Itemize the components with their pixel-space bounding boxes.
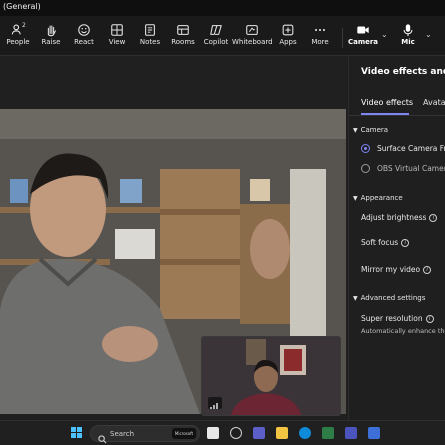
advanced-section-title: Advanced settings	[360, 294, 426, 302]
mic-options-chevron-icon[interactable]: ⌄	[425, 30, 432, 39]
apps-add-icon	[271, 20, 305, 38]
video-stats-icon[interactable]	[208, 397, 222, 409]
notes-icon	[133, 20, 167, 38]
mirror-video-label: Mirror my video	[361, 265, 421, 274]
app-icon[interactable]	[368, 427, 380, 439]
copilot-taskbar-icon[interactable]	[230, 427, 242, 439]
camera-radio-surface[interactable]	[361, 144, 370, 153]
soft-focus-label: Soft focus	[361, 238, 399, 247]
meeting-stage	[0, 57, 346, 420]
view-grid-icon	[100, 20, 134, 38]
info-icon[interactable]: i	[425, 315, 434, 323]
copilot-button[interactable]: Copilot	[199, 20, 233, 52]
file-explorer-icon[interactable]	[276, 427, 288, 439]
soft-focus-setting[interactable]: Soft focus i	[361, 238, 410, 247]
info-icon[interactable]: i	[401, 239, 410, 247]
search-highlight-badge: Microsoft	[172, 428, 196, 439]
camera-radio-obs[interactable]	[361, 164, 370, 173]
smile-icon	[67, 20, 101, 38]
rooms-button[interactable]: Rooms	[166, 20, 200, 52]
collapse-caret-icon: ▼	[353, 195, 358, 202]
edge-browser-icon[interactable]	[299, 427, 311, 439]
meeting-toolbar: 2 People Raise React View Notes Rooms Co…	[0, 16, 445, 56]
raise-label: Raise	[41, 38, 61, 46]
camera-section-header[interactable]: ▼ Camera	[353, 126, 388, 134]
react-label: React	[74, 38, 94, 46]
notes-button[interactable]: Notes	[133, 20, 167, 52]
toolbar-divider	[342, 28, 343, 48]
more-button[interactable]: More	[303, 20, 337, 52]
windows-start-icon[interactable]	[71, 427, 83, 439]
task-view-icon[interactable]	[207, 427, 219, 439]
info-icon[interactable]: i	[429, 214, 438, 222]
rooms-label: Rooms	[171, 38, 195, 46]
tab-video-effects[interactable]: Video effects	[361, 98, 413, 107]
search-icon	[98, 429, 107, 445]
people-icon	[1, 20, 35, 38]
hand-icon	[34, 20, 68, 38]
view-button[interactable]: View	[100, 20, 134, 52]
camera-section-title: Camera	[360, 126, 389, 134]
camera-options-chevron-icon[interactable]: ⌄	[381, 30, 388, 39]
appearance-section-title: Appearance	[360, 194, 403, 202]
adjust-brightness-label: Adjust brightness	[361, 213, 427, 222]
tab-avatars[interactable]: Avata	[423, 98, 445, 107]
super-resolution-description: Automatically enhance the feeds	[361, 327, 445, 335]
copilot-icon	[199, 20, 233, 38]
raise-hand-button[interactable]: Raise	[34, 20, 68, 52]
mic-icon	[391, 20, 425, 38]
whiteboard-icon	[232, 20, 272, 38]
mirror-video-setting[interactable]: Mirror my video i	[361, 265, 432, 274]
camera-option-surface[interactable]: Surface Camera Fro	[377, 144, 445, 153]
whiteboard-label: Whiteboard	[232, 38, 273, 46]
people-button[interactable]: 2 People	[1, 20, 35, 52]
title-bar: (General)	[0, 0, 445, 16]
info-icon[interactable]: i	[423, 266, 432, 274]
window-title: (General)	[3, 2, 41, 11]
apps-label: Apps	[279, 38, 297, 46]
camera-button[interactable]: Camera	[346, 20, 380, 52]
camera-label: Camera	[347, 38, 379, 46]
people-count: 2	[22, 22, 26, 29]
notes-label: Notes	[139, 38, 161, 46]
teams-icon[interactable]	[253, 427, 265, 439]
video-effects-panel: Video effects and se Video effects Avata…	[348, 57, 445, 420]
mic-button[interactable]: Mic	[391, 20, 425, 52]
people-label: People	[6, 38, 30, 46]
more-label: More	[311, 38, 329, 46]
collapse-caret-icon: ▼	[353, 295, 358, 302]
taskbar-search-box[interactable]: Search Microsoft	[90, 425, 200, 445]
camera-option-obs[interactable]: OBS Virtual Camera	[377, 164, 445, 173]
mic-label: Mic	[401, 38, 415, 46]
windows-taskbar: Search Microsoft	[0, 420, 445, 445]
self-view-video[interactable]	[201, 336, 341, 416]
advanced-section-header[interactable]: ▼ Advanced settings	[353, 294, 425, 302]
more-icon	[303, 20, 337, 38]
camera-icon	[346, 20, 380, 38]
rooms-icon	[166, 20, 200, 38]
copilot-label: Copilot	[203, 38, 229, 46]
super-resolution-setting[interactable]: Super resolution i	[361, 314, 434, 323]
view-label: View	[108, 38, 126, 46]
adjust-brightness-setting[interactable]: Adjust brightness i	[361, 213, 438, 222]
panel-divider	[349, 115, 445, 116]
apps-button[interactable]: Apps	[271, 20, 305, 52]
whiteboard-button[interactable]: Whiteboard	[232, 20, 273, 52]
self-video-frame	[202, 337, 340, 415]
super-resolution-label: Super resolution	[361, 314, 423, 323]
appearance-section-header[interactable]: ▼ Appearance	[353, 194, 403, 202]
react-button[interactable]: React	[67, 20, 101, 52]
teams-work-icon[interactable]	[345, 427, 357, 439]
store-icon[interactable]	[322, 427, 334, 439]
panel-title: Video effects and se	[361, 67, 445, 77]
search-label: Search	[110, 430, 135, 438]
collapse-caret-icon: ▼	[353, 127, 358, 134]
